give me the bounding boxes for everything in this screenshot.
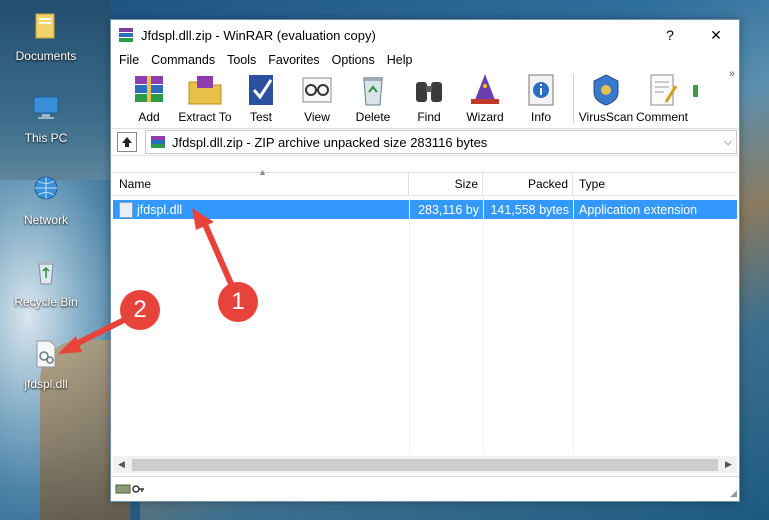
toolbar-label: Wizard	[466, 110, 504, 124]
virusscan-icon	[593, 74, 619, 106]
desktop-icon-label: Documents	[15, 49, 77, 63]
file-list-header: ▲ Name Size Packed Type	[113, 167, 737, 196]
toolbar-label: Find	[417, 110, 441, 124]
dll-file-icon	[36, 340, 56, 368]
row-type: Application extension	[579, 202, 698, 217]
desktop-icon-network[interactable]: Network	[8, 174, 84, 227]
column-header-type[interactable]: Type	[573, 173, 737, 195]
toolbar-test-button[interactable]: Test	[233, 70, 289, 124]
network-icon	[34, 176, 58, 200]
desktop-icon-label: This PC	[24, 131, 68, 145]
menu-file[interactable]: File	[113, 53, 145, 67]
partial-toolbar-icon	[693, 85, 698, 97]
row-name-cell: jfdspl.dll	[113, 200, 409, 219]
toolbar-extract-to-button[interactable]: Extract To	[177, 70, 233, 124]
desktop-icon-label: Recycle Bin	[14, 295, 78, 309]
menu-commands[interactable]: Commands	[145, 53, 221, 67]
desktop-icon-label: Network	[23, 213, 68, 227]
toolbar-view-button[interactable]: View	[289, 70, 345, 124]
column-divider	[409, 195, 410, 453]
toolbar-label: Comment	[635, 110, 688, 124]
archive-icon	[151, 136, 165, 148]
toolbar-label: View	[304, 110, 330, 124]
callout-badge-2: 2	[120, 290, 160, 330]
desktop-icon-jfdspl-dll[interactable]: jfdspl.dll	[8, 338, 84, 391]
desktop-icon-label: jfdspl.dll	[24, 377, 68, 391]
add-archive-icon	[135, 76, 163, 102]
comment-pen-icon	[650, 74, 678, 106]
drive-key-icon	[115, 484, 144, 494]
scroll-thumb[interactable]	[132, 458, 718, 471]
toolbar: Add Extract To Test View Delete Find Wiz…	[111, 68, 739, 128]
menu-options[interactable]: Options	[326, 53, 381, 67]
computer-icon	[33, 96, 59, 119]
menu-favorites[interactable]: Favorites	[262, 53, 325, 67]
callout-badge-1: 1	[218, 282, 258, 322]
find-binoculars-icon	[416, 82, 442, 102]
chevron-down-icon[interactable]: ⌵	[720, 136, 736, 149]
column-header-packed[interactable]: Packed	[483, 173, 573, 195]
column-header-size[interactable]: Size	[409, 173, 483, 195]
menu-bar: File Commands Tools Favorites Options He…	[111, 50, 739, 70]
toolbar-label: VirusScan	[578, 110, 634, 124]
extract-folder-icon	[188, 76, 222, 105]
file-list: ▲ Name Size Packed Type jfdspl.dll 283,1…	[113, 167, 737, 473]
toolbar-more-chevron[interactable]: »	[729, 68, 735, 80]
table-row[interactable]: jfdspl.dll 283,116 by 141,558 bytes Appl…	[113, 200, 737, 219]
column-divider	[483, 195, 484, 453]
toolbar-label: Delete	[355, 110, 391, 124]
toolbar-add-button[interactable]: Add	[121, 70, 177, 124]
test-checkmark-icon	[249, 75, 273, 105]
desktop-icon-documents[interactable]: Documents	[8, 10, 84, 63]
desktop-icon-recycle-bin[interactable]: Recycle Bin	[8, 256, 84, 309]
menu-help[interactable]: Help	[381, 53, 419, 67]
column-divider	[573, 195, 574, 453]
horizontal-scrollbar[interactable]: ◀ ▶	[113, 456, 737, 473]
desktop-icon-this-pc[interactable]: This PC	[8, 92, 84, 145]
info-icon	[528, 74, 554, 106]
recycle-bin-icon	[38, 262, 54, 285]
view-glasses-icon	[302, 77, 332, 103]
row-name: jfdspl.dll	[137, 202, 183, 217]
address-text: Jfdspl.dll.zip - ZIP archive unpacked si…	[172, 134, 488, 150]
toolbar-overflow-button[interactable]	[690, 70, 710, 108]
toolbar-virusscan-button[interactable]: VirusScan	[578, 70, 634, 124]
row-size: 283,116 by	[418, 202, 479, 217]
status-bar: ◢	[111, 476, 739, 501]
toolbar-label: Add	[138, 110, 160, 124]
toolbar-label: Info	[530, 110, 551, 124]
up-arrow-icon	[122, 137, 132, 147]
up-folder-button[interactable]	[117, 132, 137, 152]
toolbar-delete-button[interactable]: Delete	[345, 70, 401, 124]
toolbar-find-button[interactable]: Find	[401, 70, 457, 124]
wizard-hat-icon	[471, 74, 499, 104]
row-packed: 141,558 bytes	[490, 202, 569, 217]
scroll-right-icon[interactable]: ▶	[720, 459, 737, 470]
close-button[interactable]: ✕	[693, 20, 739, 50]
toolbar-label: Test	[249, 110, 272, 124]
toolbar-label: Extract To	[178, 110, 232, 124]
toolbar-wizard-button[interactable]: Wizard	[457, 70, 513, 124]
sort-caret-icon: ▲	[258, 167, 267, 177]
scroll-left-icon[interactable]: ◀	[113, 459, 130, 470]
address-field[interactable]: Jfdspl.dll.zip - ZIP archive unpacked si…	[145, 130, 737, 154]
dll-file-icon	[119, 201, 133, 218]
toolbar-info-button[interactable]: Info	[513, 70, 569, 124]
window-title: Jfdspl.dll.zip - WinRAR (evaluation copy…	[141, 27, 376, 43]
toolbar-separator	[573, 74, 574, 124]
winrar-window: Jfdspl.dll.zip - WinRAR (evaluation copy…	[110, 19, 740, 502]
delete-recycle-icon	[363, 77, 383, 106]
help-button[interactable]: ?	[647, 20, 693, 50]
title-bar[interactable]: Jfdspl.dll.zip - WinRAR (evaluation copy…	[111, 20, 739, 50]
toolbar-comment-button[interactable]: Comment	[634, 70, 690, 124]
winrar-app-icon	[119, 28, 133, 42]
folder-icon	[35, 13, 55, 39]
menu-tools[interactable]: Tools	[221, 53, 262, 67]
resize-grip-icon[interactable]: ◢	[730, 488, 737, 499]
address-bar: Jfdspl.dll.zip - ZIP archive unpacked si…	[111, 128, 739, 156]
